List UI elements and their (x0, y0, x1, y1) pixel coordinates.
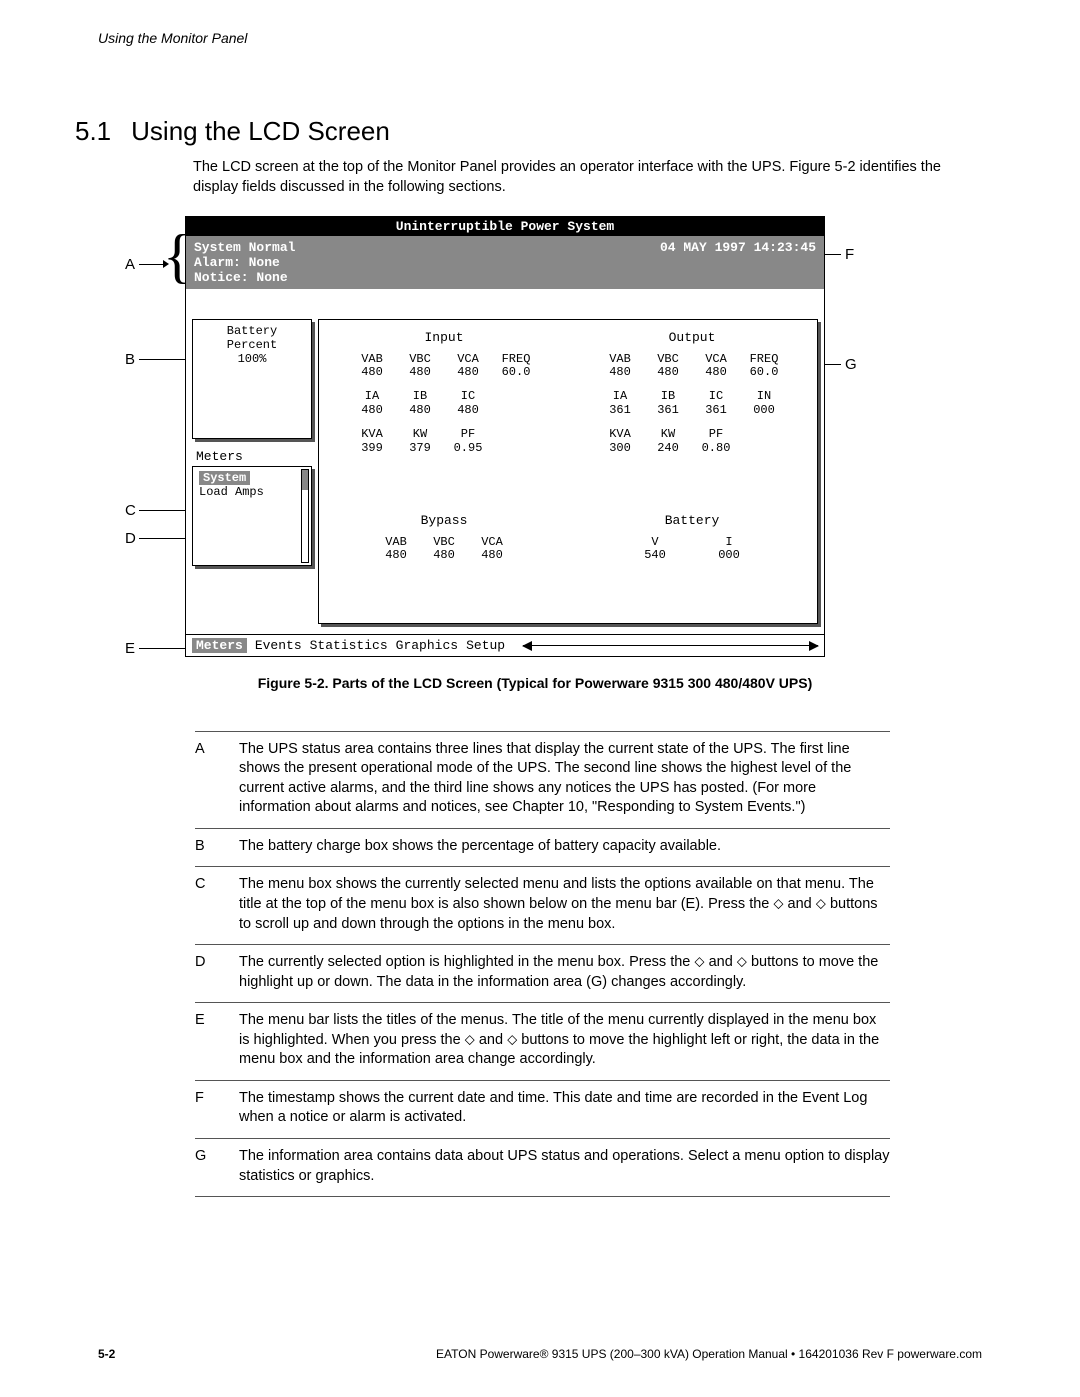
battery-percent: 100% (199, 352, 305, 366)
callout-descriptions: AThe UPS status area contains three line… (195, 731, 890, 1198)
scrollbar (301, 469, 309, 563)
desc-row-G: GThe information area contains data abou… (195, 1139, 890, 1197)
menu-title: Meters (192, 447, 312, 466)
figure-5-2: { A B C D E F G Uninterruptible Power Sy… (125, 216, 885, 691)
menubar-setup: Setup (466, 638, 505, 653)
menubar-events: Events (255, 638, 302, 653)
battery-header: Battery (581, 513, 803, 528)
callout-B: B (125, 351, 135, 368)
status-alarm: Alarm: None (194, 255, 295, 270)
status-mode: System Normal (194, 240, 295, 255)
bypass-header: Bypass (333, 513, 555, 528)
information-area: Input VABVBCVCAFREQ 48048048060.0 IAIBIC… (318, 319, 818, 624)
menu-item: Load Amps (199, 485, 305, 499)
page-footer: 5-2 EATON Powerware® 9315 UPS (200–300 k… (98, 1347, 982, 1361)
output-block: Output VABVBCVCAFREQ 48048048060.0 IAIBI… (573, 326, 811, 509)
menubar-statistics: Statistics (310, 638, 388, 653)
callout-F: F (845, 246, 854, 263)
section-title-text: Using the LCD Screen (131, 116, 390, 146)
page-number: 5-2 (98, 1347, 115, 1361)
desc-row-E: EThe menu bar lists the titles of the me… (195, 1003, 890, 1081)
callout-C: C (125, 502, 136, 519)
input-header: Input (333, 330, 555, 345)
intro-paragraph: The LCD screen at the top of the Monitor… (193, 157, 982, 198)
desc-row-B: BThe battery charge box shows the percen… (195, 829, 890, 868)
battery-block: Battery VI 540000 (573, 509, 811, 617)
desc-row-C: CThe menu box shows the currently select… (195, 867, 890, 945)
figure-caption: Figure 5-2. Parts of the LCD Screen (Typ… (185, 675, 885, 691)
callout-A: A (125, 256, 135, 273)
menubar-meters: Meters (192, 638, 247, 653)
desc-row-F: FThe timestamp shows the current date an… (195, 1081, 890, 1139)
input-block: Input VABVBCVCAFREQ 48048048060.0 IAIBIC… (325, 326, 563, 509)
footer-text: EATON Powerware® 9315 UPS (200–300 kVA) … (436, 1347, 982, 1361)
desc-row-D: DThe currently selected option is highli… (195, 945, 890, 1003)
callout-E: E (125, 640, 135, 657)
lcd-status-area: System Normal Alarm: None Notice: None 0… (186, 236, 824, 289)
section-number: 5.1 (75, 116, 111, 146)
desc-row-A: AThe UPS status area contains three line… (195, 731, 890, 829)
running-header: Using the Monitor Panel (0, 0, 1080, 46)
callout-G: G (845, 356, 857, 373)
nav-arrow-icon (523, 645, 818, 646)
lcd-screen: Uninterruptible Power System System Norm… (185, 216, 825, 657)
status-notice: Notice: None (194, 270, 295, 285)
menu-selected: System (199, 471, 250, 485)
callout-D: D (125, 530, 136, 547)
lcd-timestamp: 04 MAY 1997 14:23:45 (660, 240, 816, 285)
output-header: Output (581, 330, 803, 345)
battery-box: Battery Percent 100% (192, 319, 312, 439)
battery-label: Battery (199, 324, 305, 338)
lcd-title: Uninterruptible Power System (186, 217, 824, 236)
section-heading: 5.1 Using the LCD Screen (75, 116, 982, 147)
menubar-graphics: Graphics (396, 638, 458, 653)
menu-bar: Meters Events Statistics Graphics Setup (186, 634, 824, 656)
bypass-block: Bypass VABVBCVCA 480480480 (325, 509, 563, 617)
battery-label2: Percent (199, 338, 305, 352)
menu-box: System Load Amps (192, 466, 312, 566)
